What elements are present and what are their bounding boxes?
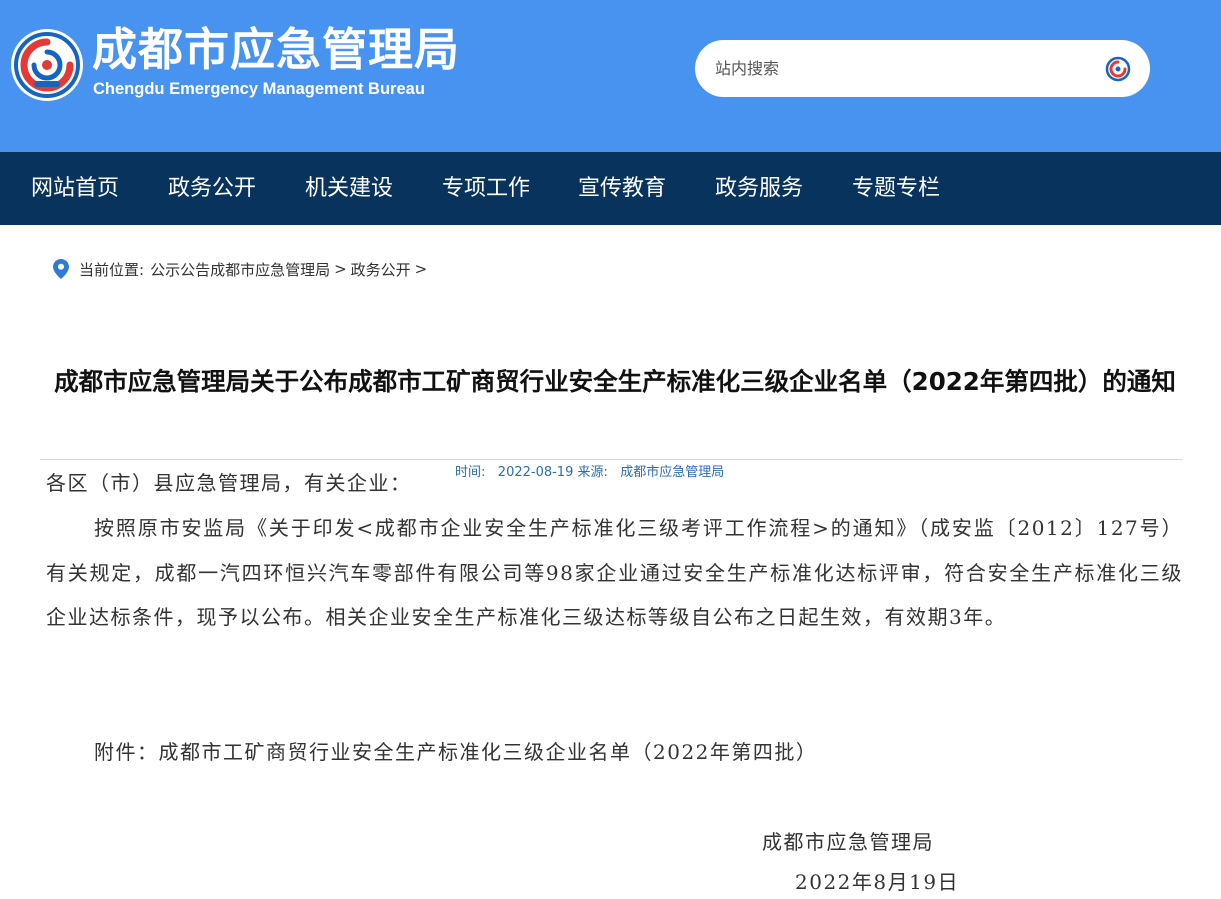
nav-item-home[interactable]: 网站首页 [31,152,119,225]
site-title[interactable]: 成都市应急管理局 [92,22,460,78]
nav-item-organization[interactable]: 机关建设 [305,152,393,225]
bureau-emblem-icon[interactable] [10,28,84,102]
site-header: 成都市应急管理局 Chengdu Emergency Management Bu… [0,0,1221,152]
location-pin-icon [53,259,69,279]
nav-item-government-affairs[interactable]: 政务公开 [168,152,256,225]
search-emblem-icon[interactable] [1103,54,1133,84]
search-box [695,40,1150,97]
breadcrumb-separator: > [414,260,428,278]
signature-date: 2022年8月19日 [795,870,960,894]
breadcrumb-link-announcements[interactable]: 公示公告成都市应急管理局 [150,259,330,280]
nav-item-services[interactable]: 政务服务 [715,152,803,225]
signature-organization: 成都市应急管理局 [762,830,934,854]
nav-item-topics[interactable]: 专题专栏 [852,152,940,225]
main-nav: 网站首页 政务公开 机关建设 专项工作 宣传教育 政务服务 专题专栏 [0,152,1221,225]
breadcrumb: 当前位置: 公示公告成都市应急管理局 > 政务公开 > [53,256,431,282]
article-attachment[interactable]: 附件：成都市工矿商贸行业安全生产标准化三级企业名单（2022年第四批） [46,730,1183,775]
breadcrumb-separator: > [334,260,347,278]
breadcrumb-prefix: 当前位置: [79,260,145,279]
article-greeting: 各区（市）县应急管理局，有关企业： [46,471,412,495]
nav-item-publicity[interactable]: 宣传教育 [578,152,666,225]
article-paragraph: 按照原市安监局《关于印发<成都市企业安全生产标准化三级考评工作流程>的通知》（成… [46,516,1183,629]
title-divider [40,459,1183,460]
search-input[interactable] [715,53,1085,84]
article-title: 成都市应急管理局关于公布成都市工矿商贸行业安全生产标准化三级企业名单（2022年… [54,367,1176,396]
nav-item-special-work[interactable]: 专项工作 [442,152,530,225]
breadcrumb-link-government-affairs[interactable]: 政务公开 [351,259,411,280]
site-title-english: Chengdu Emergency Management Bureau [93,80,425,98]
